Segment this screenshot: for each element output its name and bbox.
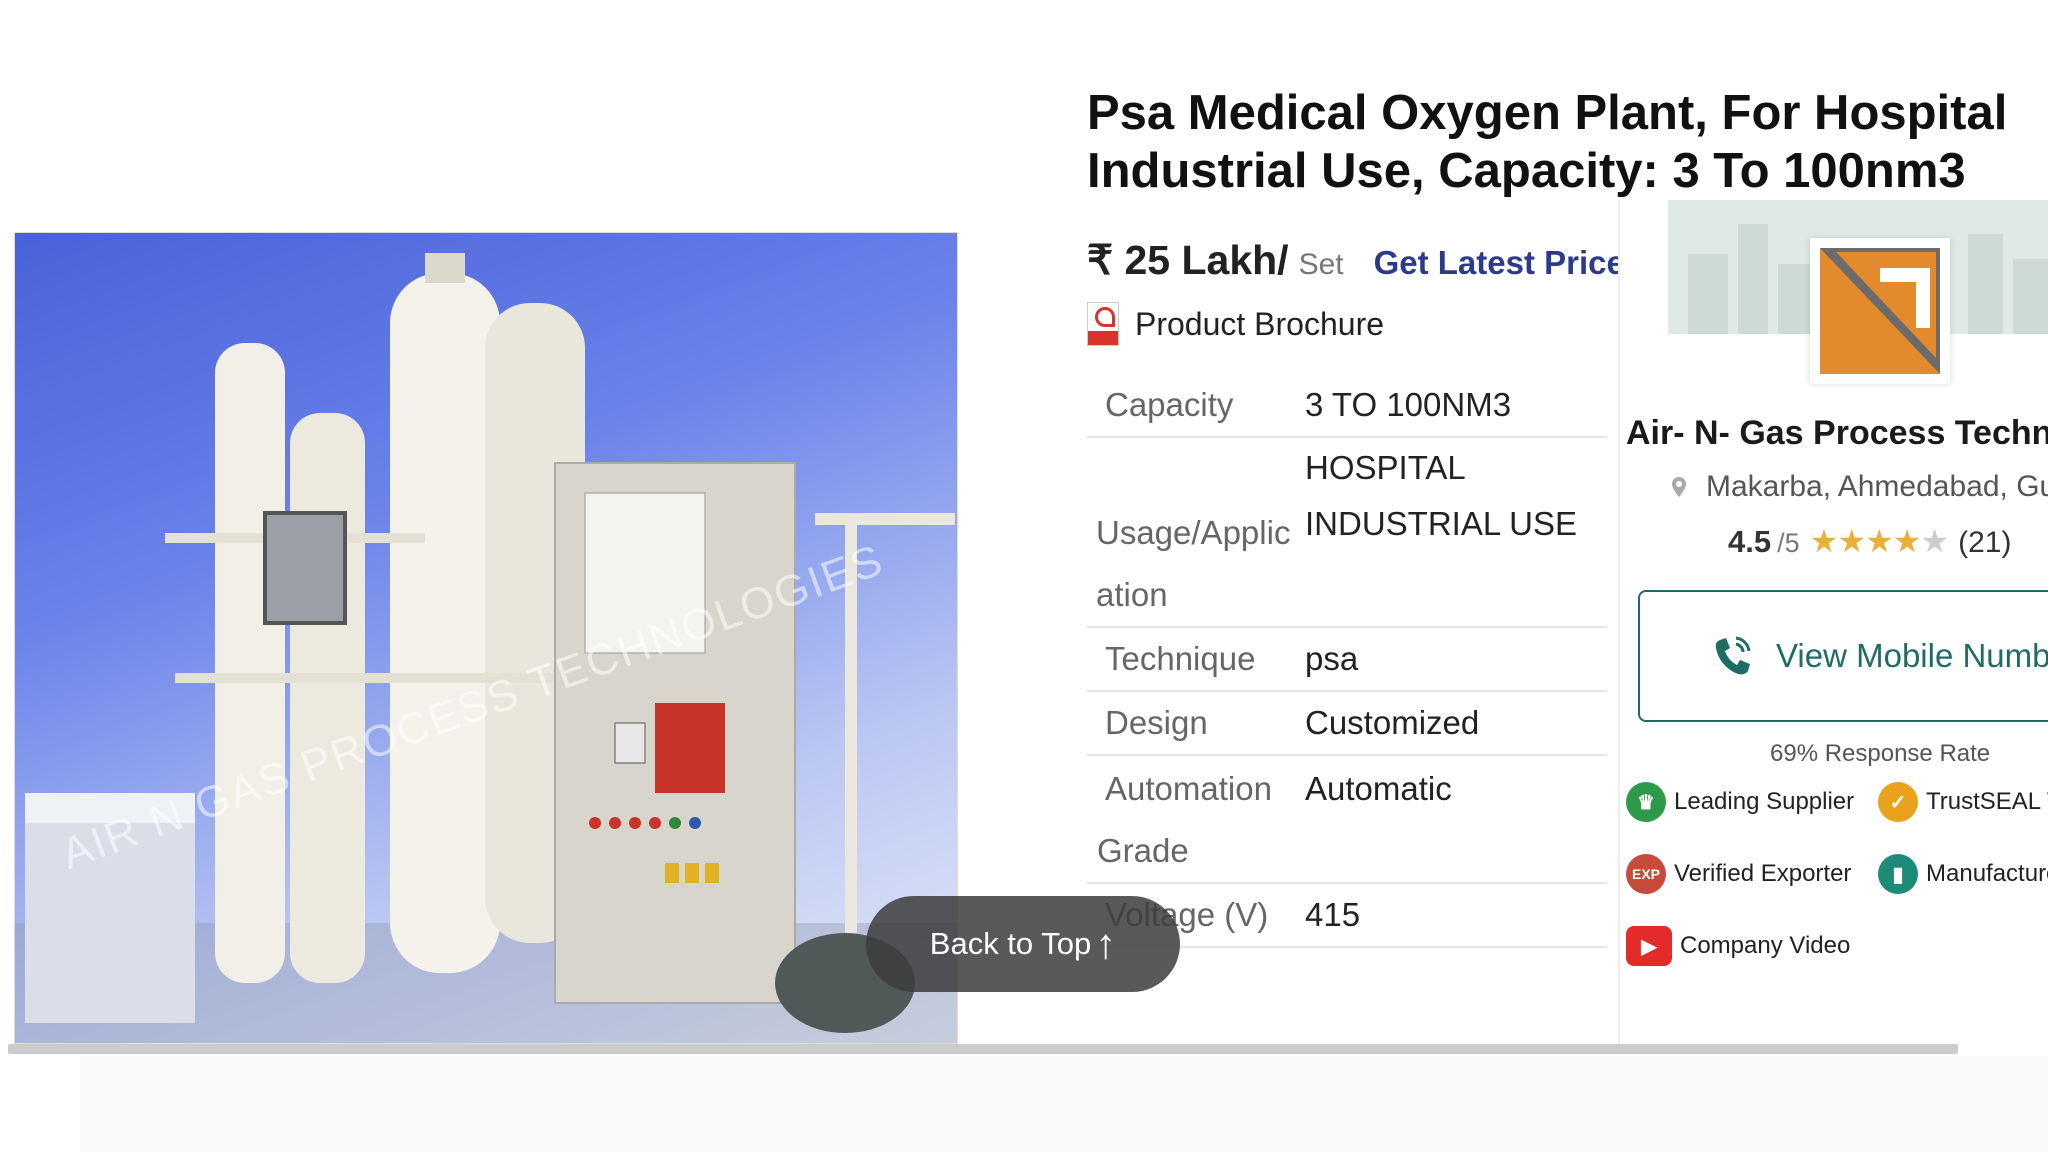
factory-icon: ▮ bbox=[1878, 854, 1918, 894]
spec-value: Customized bbox=[1305, 691, 1607, 756]
supplier-name[interactable]: Air- N- Gas Process Technolo bbox=[1626, 414, 2048, 453]
bottom-band bbox=[80, 1056, 2048, 1152]
star-icon: ★ bbox=[1837, 523, 1866, 559]
review-count: (21) bbox=[1958, 526, 2012, 559]
company-logo-icon bbox=[1820, 248, 1940, 374]
spec-value: Automatic bbox=[1305, 755, 1607, 884]
badge-verified-exporter[interactable]: EXP Verified Exporter bbox=[1626, 854, 1851, 894]
exporter-icon: EXP bbox=[1626, 854, 1666, 894]
oxygen-plant-illustration bbox=[15, 253, 957, 1043]
back-to-top-button[interactable]: Back to Top ↑ bbox=[866, 896, 1180, 992]
spec-row: Design Customized bbox=[1087, 691, 1607, 756]
badge-label: Company Video bbox=[1680, 932, 1851, 959]
rating-max: /5 bbox=[1777, 528, 1800, 558]
spec-value: psa bbox=[1305, 627, 1607, 692]
badge-label: Leading Supplier bbox=[1674, 788, 1855, 815]
spec-key: Usage/Applic ation bbox=[1087, 437, 1305, 628]
spec-value: 415 bbox=[1305, 883, 1607, 948]
spec-key: Design bbox=[1087, 691, 1305, 756]
pdf-icon bbox=[1087, 302, 1119, 346]
view-mobile-label: View Mobile Number bbox=[1776, 637, 2048, 674]
price-row: ₹ 25 Lakh/ Set Get Latest Price bbox=[1087, 236, 1625, 284]
badge-leading-supplier[interactable]: ♛ Leading Supplier bbox=[1626, 782, 1854, 822]
trustseal-icon: ✓ bbox=[1878, 782, 1918, 822]
badge-label: TrustSEAL V bbox=[1926, 788, 2048, 815]
spec-value: HOSPITAL INDUSTRIAL USE bbox=[1305, 437, 1607, 628]
spec-row: Technique psa bbox=[1087, 627, 1607, 692]
view-mobile-number-button[interactable]: View Mobile Number bbox=[1638, 590, 2048, 722]
specifications-table: Capacity 3 TO 100NM3 Usage/Applic ation … bbox=[1087, 374, 1607, 948]
spec-key: Technique bbox=[1087, 627, 1305, 692]
spec-key: Automation Grade bbox=[1087, 755, 1305, 884]
spec-key-line: Grade bbox=[1097, 832, 1189, 869]
supplier-rating[interactable]: 4.5 /5 ★★★★★ (21) bbox=[1728, 522, 2011, 560]
star-icon: ★ bbox=[1809, 523, 1839, 559]
spec-key-line: Usage/Applic bbox=[1096, 514, 1291, 551]
arrow-up-icon: ↑ bbox=[1095, 920, 1117, 967]
supplier-logo[interactable] bbox=[1810, 238, 1950, 384]
spec-row: Capacity 3 TO 100NM3 bbox=[1087, 374, 1607, 438]
rating-stars: ★★★★★ bbox=[1809, 522, 1949, 560]
response-rate: 69% Response Rate bbox=[1770, 740, 1991, 767]
crown-icon: ♛ bbox=[1626, 782, 1666, 822]
location-text: Makarba, Ahmedabad, Guja bbox=[1706, 470, 2048, 503]
spec-row: Automation Grade Automatic bbox=[1087, 755, 1607, 884]
price-unit: Set bbox=[1298, 248, 1344, 281]
badge-trustseal[interactable]: ✓ TrustSEAL V bbox=[1878, 782, 2048, 822]
product-brochure-link[interactable]: Product Brochure bbox=[1087, 302, 1384, 346]
back-to-top-label: Back to Top bbox=[929, 926, 1092, 961]
horizontal-scrollbar[interactable] bbox=[8, 1044, 1958, 1054]
star-icon: ★ bbox=[1892, 523, 1922, 559]
spec-key: Capacity bbox=[1087, 374, 1305, 438]
badge-company-video[interactable]: ▶ Company Video bbox=[1626, 926, 1850, 966]
badge-manufacturer[interactable]: ▮ Manufacture bbox=[1878, 854, 2048, 894]
brochure-label: Product Brochure bbox=[1135, 305, 1385, 342]
spec-value-line: HOSPITAL bbox=[1305, 449, 1466, 486]
rating-value: 4.5 bbox=[1728, 524, 1772, 559]
location-pin-icon bbox=[1672, 477, 1686, 497]
star-half-icon: ★ bbox=[1920, 523, 1949, 559]
star-icon: ★ bbox=[1865, 523, 1894, 559]
supplier-location: Makarba, Ahmedabad, Guja bbox=[1672, 470, 2048, 504]
spec-key-line: ation bbox=[1096, 576, 1168, 613]
spec-key-line: Automation bbox=[1105, 770, 1272, 807]
price-value: ₹ 25 Lakh/ bbox=[1087, 237, 1289, 283]
phone-icon bbox=[1715, 636, 1751, 675]
product-title: Psa Medical Oxygen Plant, For Hospital I… bbox=[1087, 86, 2008, 198]
spec-row: Usage/Applic ation HOSPITAL INDUSTRIAL U… bbox=[1087, 437, 1607, 628]
supplier-panel: Air- N- Gas Process Technolo Makarba, Ah… bbox=[1618, 200, 2048, 1050]
spec-value: 3 TO 100NM3 bbox=[1305, 374, 1607, 438]
badge-label: Verified Exporter bbox=[1674, 860, 1852, 887]
youtube-icon: ▶ bbox=[1626, 926, 1672, 966]
spec-value-line: INDUSTRIAL USE bbox=[1305, 505, 1577, 542]
badge-label: Manufacture bbox=[1926, 860, 2048, 887]
get-latest-price-link[interactable]: Get Latest Price bbox=[1374, 244, 1625, 282]
product-image[interactable]: AIR N GAS PROCESS TECHNOLOGIES bbox=[14, 232, 958, 1044]
